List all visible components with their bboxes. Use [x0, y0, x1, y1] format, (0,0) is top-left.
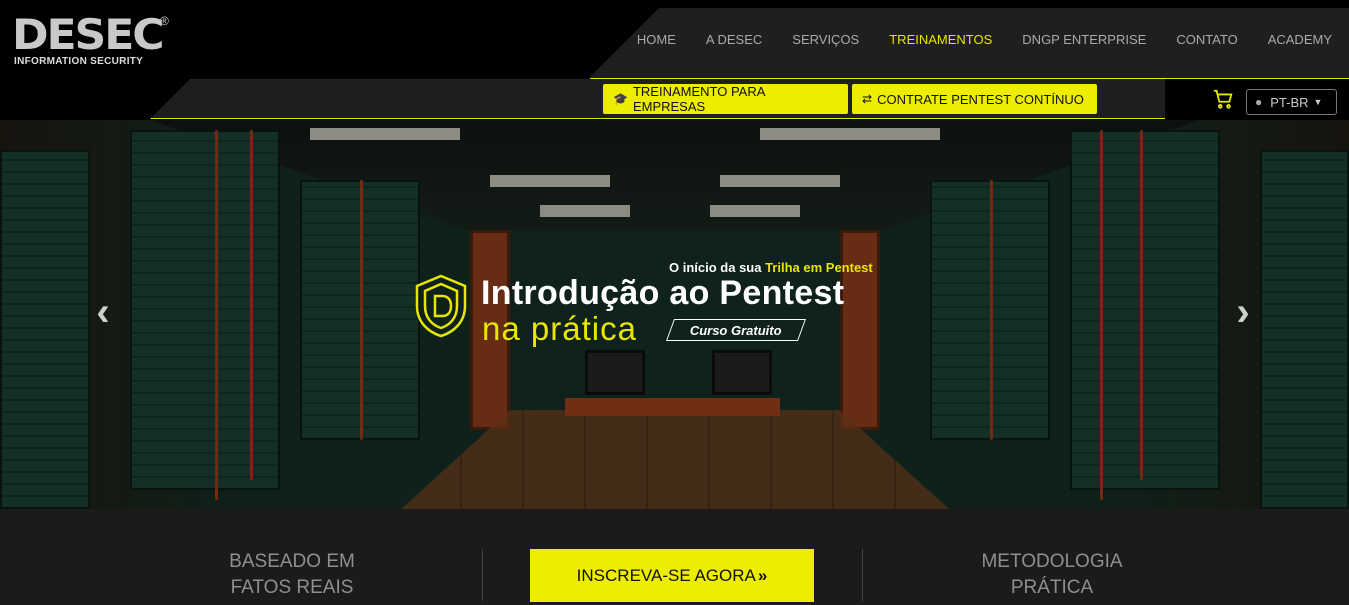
hire-pentest-label: CONTRATE PENTEST CONTÍNUO — [877, 91, 1084, 107]
feature-real-facts: BASEADO EM FATOS REAIS — [192, 549, 392, 601]
cart-icon[interactable] — [1212, 88, 1234, 110]
brand-logo-text: DESEC — [12, 10, 165, 59]
globe-icon: ● — [1255, 95, 1263, 109]
hero-tagline: O início da sua Trilha em Pentest — [669, 260, 873, 275]
registered-mark: ® — [160, 14, 169, 28]
training-for-companies-label: TREINAMENTO PARA EMPRESAS — [632, 84, 765, 114]
nav-item-home[interactable]: HOME — [637, 30, 676, 50]
nav-item-academy[interactable]: ACADEMY — [1268, 30, 1332, 50]
hire-pentest-button[interactable]: ⇄ CONTRATE PENTEST CONTÍNUO — [852, 84, 1097, 114]
nav-item-dngp-enterprise[interactable]: DNGP ENTERPRISE — [1022, 30, 1146, 50]
signup-now-label: INSCREVA-SE AGORA — [576, 565, 756, 585]
feature-practical-method-line2: PRÁTICA — [1010, 577, 1094, 598]
header-divider — [590, 78, 1349, 79]
free-course-label: Curso Gratuito — [690, 322, 782, 338]
site-header: DESEC ® INFORMATION SECURITY HOME A DESE… — [0, 0, 1349, 120]
features-bar: BASEADO EM FATOS REAIS INSCREVA-SE AGORA… — [0, 509, 1349, 605]
chevron-right-icon[interactable]: › — [1228, 292, 1258, 332]
language-selector[interactable]: ● PT-BR ▼ — [1246, 89, 1337, 115]
language-label: PT-BR — [1270, 94, 1309, 110]
nav-item-servicos[interactable]: SERVIÇOS — [792, 30, 859, 50]
hero-tagline-highlight: Trilha em Pentest — [765, 260, 873, 275]
double-chevron-right-icon: » — [757, 565, 768, 585]
hero-overlay — [0, 120, 1349, 509]
feature-practical-method: METODOLOGIA PRÁTICA — [952, 549, 1152, 601]
training-for-companies-button[interactable]: 🎓 TREINAMENTO PARA EMPRESAS — [603, 84, 848, 114]
chevron-left-icon[interactable]: ‹ — [88, 292, 118, 332]
feature-real-facts-line1: BASEADO EM — [229, 551, 355, 572]
feature-real-facts-line2: FATOS REAIS — [230, 577, 354, 598]
feature-practical-method-line1: METODOLOGIA — [981, 551, 1123, 572]
divider — [482, 549, 483, 601]
nav-item-a-desec[interactable]: A DESEC — [706, 30, 762, 50]
brand-subtitle: INFORMATION SECURITY — [14, 56, 144, 67]
hero-title: Introdução ao Pentest — [481, 274, 845, 312]
nav-item-contato[interactable]: CONTATO — [1176, 30, 1237, 50]
main-nav: HOME A DESEC SERVIÇOS TREINAMENTOS DNGP … — [637, 30, 1349, 50]
signup-now-button[interactable]: INSCREVA-SE AGORA » — [530, 549, 814, 602]
retweet-icon: ⇄ — [862, 92, 873, 106]
graduation-cap-icon: 🎓 — [613, 92, 628, 106]
hero-subtitle: na prática — [482, 310, 637, 347]
nav-item-treinamentos[interactable]: TREINAMENTOS — [889, 30, 992, 50]
free-course-badge: Curso Gratuito — [665, 319, 807, 341]
hero-tagline-prefix: O início da sua — [669, 260, 766, 275]
brand-logo[interactable]: DESEC ® INFORMATION SECURITY — [12, 14, 182, 70]
hero-carousel: ‹ › O início da sua Trilha em Pentest In… — [0, 120, 1349, 509]
caret-down-icon: ▼ — [1313, 97, 1323, 107]
divider — [862, 549, 863, 601]
shield-icon — [414, 274, 468, 338]
